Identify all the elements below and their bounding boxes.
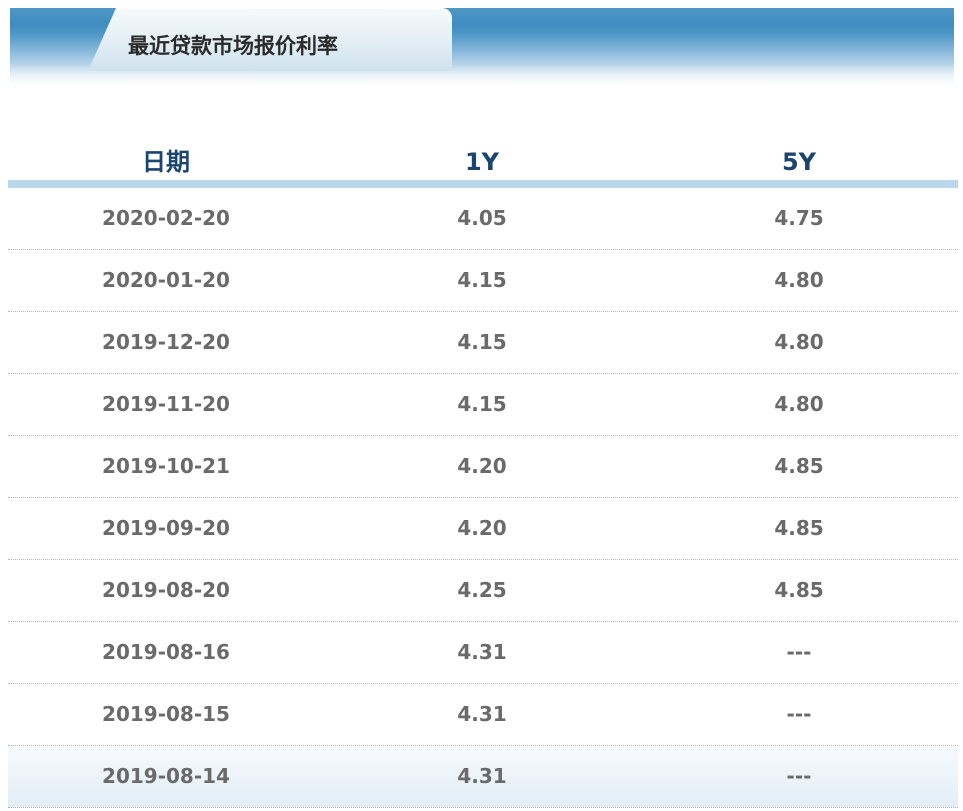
table-row: 2019-08-15 4.31 --- — [8, 684, 958, 746]
cell-5y-rate: 4.75 — [774, 206, 824, 230]
table-header-row: 日期 1Y 5Y — [8, 140, 958, 180]
cell-5y-rate: 4.85 — [774, 454, 824, 478]
cell-1y-rate: 4.25 — [457, 578, 507, 602]
cell-1y-rate: 4.15 — [457, 268, 507, 292]
cell-1y-rate: 4.15 — [457, 330, 507, 354]
table-row: 2019-09-20 4.20 4.85 — [8, 498, 958, 560]
cell-1y-rate: 4.31 — [457, 640, 507, 664]
cell-date: 2019-08-15 — [102, 702, 230, 726]
cell-1y-rate: 4.31 — [457, 764, 507, 788]
column-header-5y: 5Y — [781, 148, 817, 176]
table-row: 2020-02-20 4.05 4.75 — [8, 188, 958, 250]
cell-5y-rate: 4.85 — [774, 578, 824, 602]
cell-5y-rate: 4.80 — [774, 392, 824, 416]
header-underline — [8, 180, 958, 188]
cell-date: 2019-08-16 — [102, 640, 230, 664]
lpr-table: 日期 1Y 5Y 2020-02-20 4.05 4.75 2020-01-20… — [8, 140, 958, 808]
cell-date: 2019-08-14 — [102, 764, 230, 788]
cell-1y-rate: 4.20 — [457, 516, 507, 540]
column-header-date: 日期 — [142, 148, 190, 176]
table-row: 2019-08-16 4.31 --- — [8, 622, 958, 684]
column-header-1y: 1Y — [464, 148, 500, 176]
cell-date: 2019-12-20 — [102, 330, 230, 354]
cell-date: 2019-10-21 — [102, 454, 230, 478]
cell-5y-rate: 4.80 — [774, 268, 824, 292]
cell-5y-rate: --- — [786, 640, 812, 664]
table-row-highlighted: 2019-08-14 4.31 --- — [8, 746, 958, 808]
cell-date: 2019-11-20 — [102, 392, 230, 416]
table-row: 2019-12-20 4.15 4.80 — [8, 312, 958, 374]
cell-date: 2019-09-20 — [102, 516, 230, 540]
panel-header: 最近贷款市场报价利率 — [10, 8, 954, 90]
table-row: 2019-08-20 4.25 4.85 — [8, 560, 958, 622]
cell-5y-rate: --- — [786, 764, 812, 788]
cell-5y-rate: 4.80 — [774, 330, 824, 354]
table-row: 2019-11-20 4.15 4.80 — [8, 374, 958, 436]
cell-5y-rate: --- — [786, 702, 812, 726]
cell-1y-rate: 4.31 — [457, 702, 507, 726]
lpr-panel: 最近贷款市场报价利率 日期 1Y 5Y 2020-02-20 4.05 4.75… — [0, 0, 963, 811]
table-row: 2020-01-20 4.15 4.80 — [8, 250, 958, 312]
cell-1y-rate: 4.15 — [457, 392, 507, 416]
table-body: 2020-02-20 4.05 4.75 2020-01-20 4.15 4.8… — [8, 188, 958, 808]
cell-5y-rate: 4.85 — [774, 516, 824, 540]
panel-title: 最近贷款市场报价利率 — [128, 34, 338, 58]
cell-date: 2020-01-20 — [102, 268, 230, 292]
cell-1y-rate: 4.20 — [457, 454, 507, 478]
cell-date: 2020-02-20 — [102, 206, 230, 230]
table-row: 2019-10-21 4.20 4.85 — [8, 436, 958, 498]
cell-1y-rate: 4.05 — [457, 206, 507, 230]
cell-date: 2019-08-20 — [102, 578, 230, 602]
